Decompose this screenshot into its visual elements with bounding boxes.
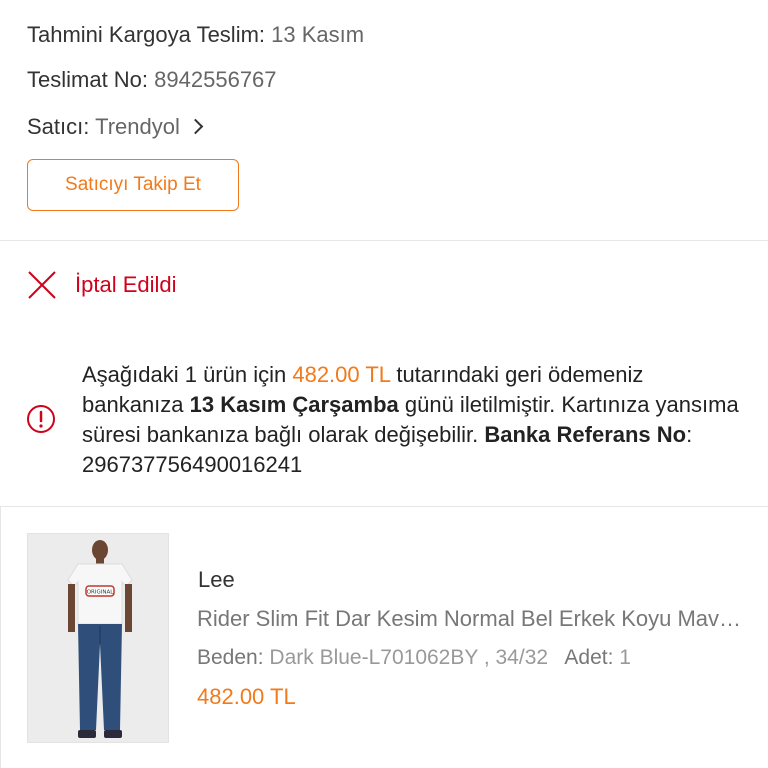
refund-text-4: :: [686, 422, 693, 447]
seller-label: Satıcı:: [27, 114, 90, 139]
estimated-delivery-label: Tahmini Kargoya Teslim:: [27, 22, 266, 47]
close-icon: [28, 271, 56, 299]
cancel-status: İptal Edildi: [27, 270, 177, 300]
refund-text-1: Aşağıdaki 1 ürün için: [82, 362, 293, 387]
product-photo: ORIGINAL: [28, 534, 168, 742]
product-image[interactable]: ORIGINAL: [27, 533, 169, 743]
divider: [0, 240, 768, 241]
estimated-delivery-value: 13 Kasım: [271, 22, 365, 47]
size-value: Dark Blue-L701062BY , 34/32: [269, 646, 549, 669]
seller-link[interactable]: Trendyol: [95, 114, 180, 139]
quantity-label: Adet:: [564, 646, 614, 669]
delivery-number-label: Teslimat No:: [27, 67, 149, 92]
bank-reference-label: Banka Referans No: [484, 422, 687, 447]
product-name[interactable]: Rider Slim Fit Dar Kesim Normal Bel Erke…: [197, 606, 742, 632]
seller-row[interactable]: Satıcı: Trendyol: [27, 113, 204, 141]
chevron-right-icon: [187, 118, 204, 135]
cancel-status-label: İptal Edildi: [75, 272, 177, 297]
product-variant: Beden: Dark Blue-L701062BY , 34/32 Adet:…: [197, 646, 631, 670]
bank-reference-value: 296737756490016241: [82, 452, 303, 477]
quantity-value: 1: [619, 646, 631, 669]
refund-date: 13 Kasım Çarşamba: [189, 392, 399, 417]
refund-amount: 482.00 TL: [292, 362, 391, 387]
shirt-logo-text: ORIGINAL: [87, 590, 115, 596]
follow-seller-button[interactable]: Satıcıyı Takip Et: [27, 159, 239, 211]
size-label: Beden:: [197, 646, 264, 669]
delivery-number-row: Teslimat No: 8942556767: [27, 66, 277, 94]
refund-info-text: Aşağıdaki 1 ürün için 482.00 TL tutarınd…: [82, 360, 742, 480]
info-icon: [27, 405, 55, 433]
product-price: 482.00 TL: [197, 684, 296, 709]
estimated-delivery-row: Tahmini Kargoya Teslim: 13 Kasım: [27, 21, 364, 49]
product-brand: Lee: [198, 567, 235, 592]
delivery-number-value: 8942556767: [154, 67, 277, 92]
